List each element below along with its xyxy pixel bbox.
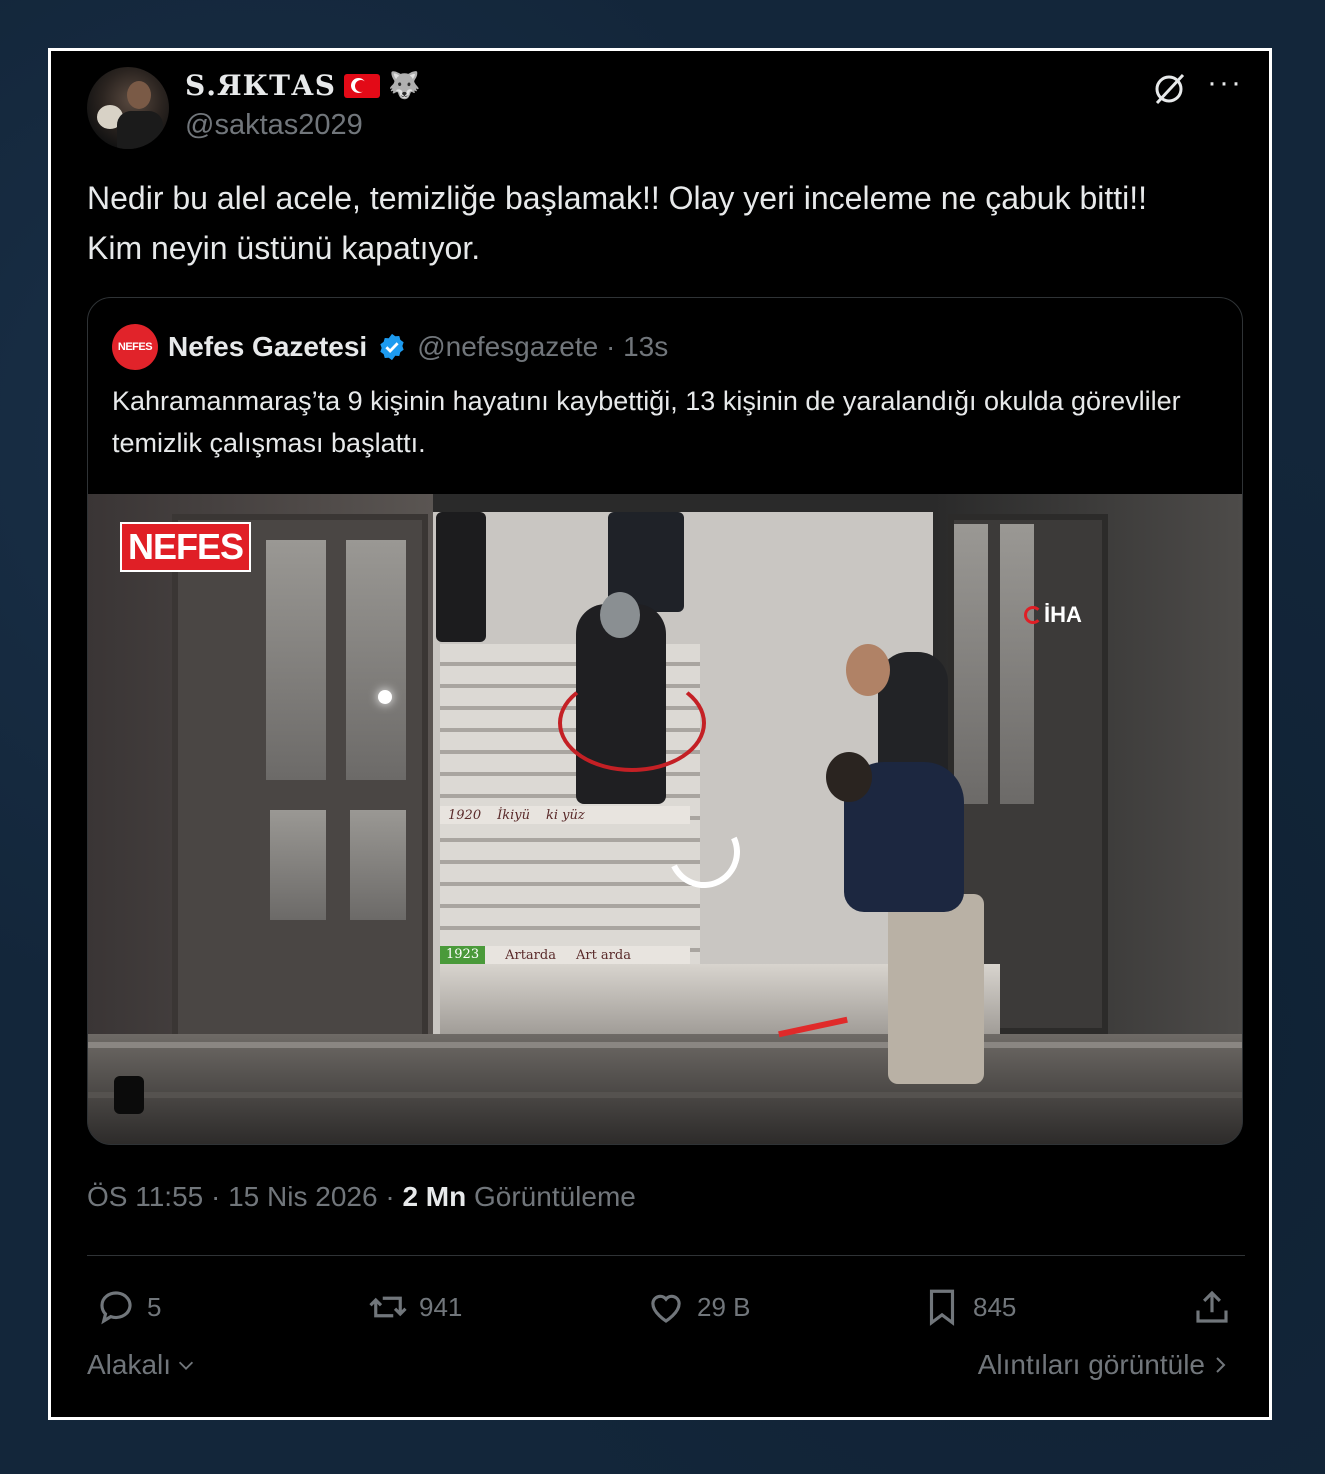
avatar[interactable] bbox=[87, 67, 169, 149]
view-quotes-label: Alıntıları görüntüle bbox=[977, 1349, 1205, 1380]
quoted-name[interactable]: Nefes Gazetesi bbox=[168, 331, 367, 363]
quoted-tweet[interactable]: NEFES Nefes Gazetesi @nefesgazete · 13s … bbox=[87, 297, 1243, 1145]
share-icon bbox=[1196, 1290, 1228, 1323]
repost-icon bbox=[369, 1296, 407, 1318]
timestamp[interactable]: ÖS 11:55 · 15 Nis 2026 · bbox=[87, 1181, 402, 1212]
tweet-meta: ÖS 11:55 · 15 Nis 2026 · 2 Mn Görüntülem… bbox=[87, 1181, 636, 1213]
quoted-text: Kahramanmaraş’ta 9 kişinin hayatını kayb… bbox=[112, 386, 1181, 458]
iha-watermark: İHA bbox=[1024, 602, 1082, 628]
more-icon[interactable]: ··· bbox=[1205, 63, 1245, 103]
display-name-text: Ѕ.ЯКТАЅ bbox=[185, 69, 336, 102]
emblem-icon: 🐺 bbox=[388, 70, 422, 101]
stair-sign-top: 1920 İkiyü ki yüz bbox=[440, 806, 690, 824]
share-button[interactable] bbox=[1191, 1279, 1233, 1335]
chevron-right-icon bbox=[1216, 1357, 1226, 1373]
related-dropdown[interactable]: Alakalı bbox=[87, 1349, 197, 1381]
view-quotes-link[interactable]: Alıntıları görüntüle bbox=[978, 1349, 1231, 1381]
repost-button[interactable]: 941 bbox=[367, 1279, 462, 1335]
reply-count: 5 bbox=[147, 1291, 162, 1322]
screenshot-frame: Ѕ.ЯКТАЅ 🐺 @saktas2029 ··· Nedir bu alel … bbox=[48, 48, 1272, 1420]
quoted-header: NEFES Nefes Gazetesi @nefesgazete · 13s bbox=[112, 324, 668, 370]
like-count: 29 B bbox=[697, 1291, 751, 1322]
repost-count: 941 bbox=[419, 1291, 463, 1322]
turkish-flag-icon bbox=[344, 73, 380, 98]
media-badge bbox=[114, 1076, 144, 1114]
action-bar: 5 941 29 B 845 bbox=[87, 1279, 1245, 1335]
reply-icon bbox=[100, 1291, 132, 1325]
like-icon bbox=[651, 1294, 681, 1323]
display-name[interactable]: Ѕ.ЯКТАЅ 🐺 bbox=[185, 69, 421, 102]
related-label: Alakalı bbox=[87, 1349, 172, 1380]
grok-icon[interactable] bbox=[1149, 69, 1189, 109]
bookmark-count: 845 bbox=[973, 1291, 1017, 1322]
tweet-text: Nedir bu alel acele, temizliğe başlamak!… bbox=[87, 180, 1148, 266]
quoted-media-video[interactable]: 1920 İkiyü ki yüz 1923 Artarda Art arda … bbox=[88, 494, 1242, 1144]
stair-sign-bottom: 1923 Artarda Art arda bbox=[440, 946, 690, 964]
bookmark-button[interactable]: 845 bbox=[921, 1279, 1016, 1335]
bookmark-icon bbox=[929, 1289, 955, 1326]
tweet: Ѕ.ЯКТАЅ 🐺 @saktas2029 ··· Nedir bu alel … bbox=[51, 51, 1269, 1417]
nefes-watermark: NEFES bbox=[120, 522, 252, 572]
views-label: Görüntüleme bbox=[466, 1181, 636, 1212]
quoted-handle[interactable]: @nefesgazete · 13s bbox=[417, 331, 668, 363]
divider bbox=[87, 1255, 1245, 1256]
verified-icon bbox=[380, 333, 404, 361]
quoted-avatar[interactable]: NEFES bbox=[112, 324, 158, 370]
views-count: 2 Mn bbox=[402, 1181, 467, 1212]
author-handle[interactable]: @saktas2029 bbox=[185, 109, 363, 142]
chevron-down-icon bbox=[178, 1361, 194, 1370]
like-button[interactable]: 29 B bbox=[645, 1279, 751, 1335]
reply-button[interactable]: 5 bbox=[95, 1279, 161, 1335]
